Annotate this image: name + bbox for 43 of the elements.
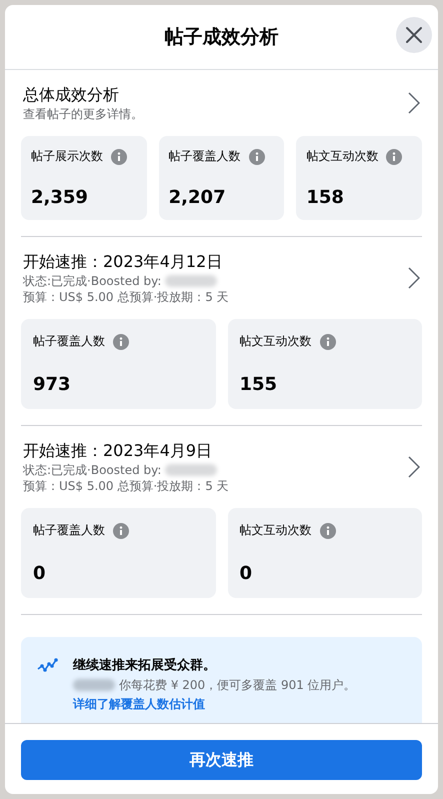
stat-label: 帖文互动次数	[240, 522, 312, 539]
blurred-name	[73, 679, 115, 691]
section-title: 总体成效分析	[23, 84, 120, 106]
info-icon[interactable]	[111, 148, 127, 164]
chevron-right-icon[interactable]	[408, 267, 420, 289]
stat-value: 0	[33, 563, 47, 584]
section-title: 开始速推：2023年4月12日	[23, 251, 224, 273]
stat-value: 973	[33, 374, 72, 395]
stat-label: 帖文互动次数	[240, 333, 312, 350]
stat-label: 帖子覆盖人数	[168, 148, 241, 165]
info-icon[interactable]	[320, 522, 336, 538]
section-title: 开始速推：2023年4月9日	[23, 440, 214, 462]
info-icon[interactable]	[113, 522, 129, 538]
close-icon	[405, 26, 423, 44]
boost-again-button[interactable]: 再次速推	[21, 740, 422, 780]
trend-line-icon	[37, 657, 59, 673]
section-subtitle: 查看帖子的更多详情。	[23, 106, 143, 122]
info-icon[interactable]	[248, 148, 265, 164]
stat-value: 155	[240, 374, 278, 395]
budget-text: 预算：US$ 5.00 总预算·投放期：5 天	[23, 289, 229, 305]
promo-title: 继续速推来拓展受众群。	[73, 656, 217, 675]
stat-label: 帖文互动次数	[306, 148, 378, 165]
stat-value: 158	[306, 187, 345, 208]
stat-value: 2,359	[31, 187, 89, 208]
info-icon[interactable]	[320, 334, 336, 350]
stat-label: 帖子展示次数	[31, 148, 103, 165]
chevron-right-icon[interactable]	[408, 92, 420, 114]
promo-text: 你每花费 ¥ 200，便可多覆盖 901 位用户。	[119, 677, 356, 693]
status-text: 状态:已完成·Boosted by:	[23, 462, 162, 478]
budget-text: 预算：US$ 5.00 总预算·投放期：5 天	[23, 478, 229, 494]
stat-value: 2,207	[168, 187, 227, 208]
chevron-right-icon[interactable]	[408, 456, 420, 478]
stat-value: 0	[240, 563, 254, 584]
blurred-name	[165, 464, 218, 476]
close-button[interactable]	[396, 17, 432, 53]
info-icon[interactable]	[113, 334, 129, 350]
stat-label: 帖子覆盖人数	[33, 333, 105, 350]
info-icon[interactable]	[386, 148, 402, 164]
status-text: 状态:已完成·Boosted by:	[23, 273, 162, 289]
blurred-name	[165, 275, 218, 287]
stat-label: 帖子覆盖人数	[33, 522, 105, 539]
learn-more-link[interactable]: 详细了解覆盖人数估计值	[73, 693, 356, 715]
dialog-title: 帖子成效分析	[164, 25, 278, 50]
